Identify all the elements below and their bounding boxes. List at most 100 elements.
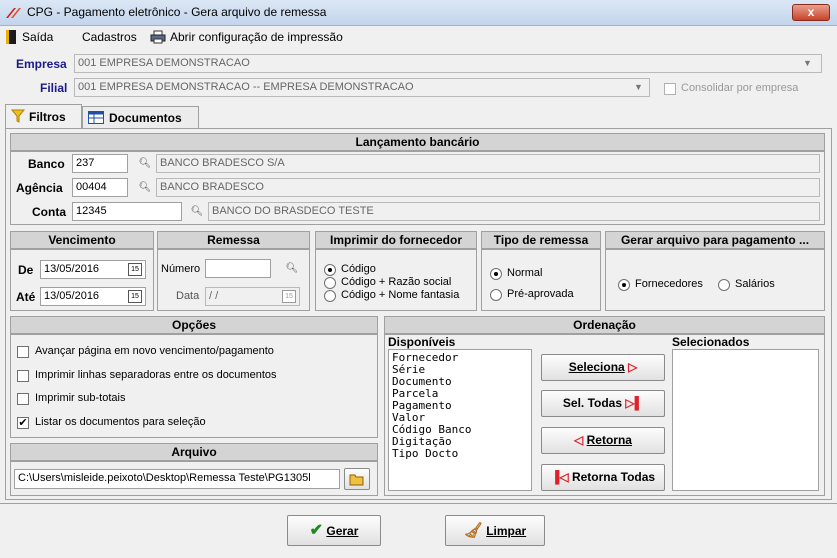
gerar-para-option-label: Fornecedores: [635, 278, 703, 290]
remessa-header: Remessa: [157, 231, 310, 249]
folder-icon: [349, 474, 364, 486]
selecionados-label: Selecionados: [672, 335, 750, 349]
search-icon[interactable]: 🔍︎: [136, 155, 154, 173]
printer-icon: [150, 30, 166, 44]
banco-code-input[interactable]: 237: [72, 154, 128, 173]
opcoes-header: Opções: [10, 316, 378, 334]
seleciona-button[interactable]: Seleciona ▷: [541, 354, 665, 381]
conta-label: Conta: [32, 205, 66, 219]
lancamento-header: Lançamento bancário: [10, 133, 825, 151]
search-icon[interactable]: 🔍︎: [188, 203, 206, 221]
gerar-button[interactable]: ✔ Gerar: [287, 515, 381, 546]
conta-code-input[interactable]: 12345: [72, 202, 182, 221]
tab-filtros-label: Filtros: [29, 110, 66, 124]
consolidar-label: Consolidar por empresa: [681, 82, 799, 94]
menu-registers[interactable]: Cadastros: [82, 30, 137, 44]
tipo-remessa-header: Tipo de remessa: [481, 231, 601, 249]
calendar-icon[interactable]: 15: [128, 263, 142, 276]
imprimir-header: Imprimir do fornecedor: [315, 231, 477, 249]
arrow-right-double-icon: ▷▌: [625, 396, 644, 410]
seleciona-label: Seleciona: [568, 360, 625, 374]
gerar-para-radio-1[interactable]: [718, 279, 730, 291]
numero-input[interactable]: [205, 259, 271, 278]
retorna-todas-label: Retorna Todas: [571, 470, 656, 484]
filter-icon: [11, 109, 25, 123]
opcao-label: Avançar página em novo vencimento/pagame…: [35, 345, 274, 357]
imprimir-radio-0[interactable]: [324, 264, 336, 276]
conta-name-field: BANCO DO BRASDECO TESTE: [208, 202, 820, 221]
tipo-remessa-radio-1[interactable]: [490, 289, 502, 301]
opcao-label: Listar os documentos para seleção: [35, 415, 206, 428]
table-icon: [88, 111, 104, 124]
chevron-down-icon[interactable]: ▼: [803, 58, 812, 68]
tipo-remessa-group: [481, 249, 601, 311]
filial-select[interactable]: 001 EMPRESA DEMONSTRACAO -- EMPRESA DEMO…: [74, 78, 650, 97]
imprimir-option-label: Código: [341, 263, 376, 275]
banco-name-field: BANCO BRADESCO S/A: [156, 154, 820, 173]
imprimir-radio-2[interactable]: [324, 290, 336, 302]
agencia-code-input[interactable]: 00404: [72, 178, 128, 197]
search-icon[interactable]: 🔍︎: [283, 260, 301, 278]
calendar-icon[interactable]: 15: [128, 290, 142, 303]
retorna-label: Retorna: [586, 433, 632, 447]
disponiveis-label: Disponíveis: [388, 335, 456, 349]
disponiveis-list[interactable]: Fornecedor Série Documento Parcela Pagamento…: [388, 349, 532, 491]
tab-documentos[interactable]: Documentos: [82, 106, 199, 128]
chevron-down-icon[interactable]: ▼: [634, 82, 643, 92]
filial-value: 001 EMPRESA DEMONSTRACAO -- EMPRESA DEMO…: [78, 81, 414, 93]
consolidar-checkbox[interactable]: [664, 83, 676, 95]
empresa-value: 001 EMPRESA DEMONSTRACAO: [78, 57, 250, 69]
selecionados-list[interactable]: [672, 349, 819, 491]
title-bar: CPG - Pagamento eletrônico - Gera arquiv…: [0, 0, 837, 26]
opcao-checkbox-2[interactable]: [17, 393, 29, 405]
list-item[interactable]: Tipo Docto: [392, 448, 528, 460]
agencia-label: Agência: [16, 181, 63, 195]
tipo-remessa-option-label: Normal: [507, 267, 543, 279]
arrow-left-double-icon: ▐◁: [550, 470, 569, 484]
close-button[interactable]: x: [792, 4, 830, 21]
numero-label: Número: [161, 263, 201, 275]
gerar-label: Gerar: [326, 524, 359, 538]
data-label: Data: [176, 290, 200, 302]
calendar-icon[interactable]: 15: [282, 290, 296, 303]
filial-label: Filial: [40, 81, 68, 95]
tab-documentos-label: Documentos: [109, 111, 182, 125]
imprimir-radio-1[interactable]: [324, 277, 336, 289]
exit-icon: [6, 30, 16, 44]
broom-icon: 🧹︎: [463, 522, 483, 539]
arquivo-header: Arquivo: [10, 443, 378, 461]
opcao-checkbox-1[interactable]: [17, 369, 29, 382]
banco-label: Banco: [28, 157, 65, 171]
arquivo-path-input[interactable]: C:\Users\misleide.peixoto\Desktop\Remess…: [14, 469, 340, 489]
arrow-left-icon: ◁: [574, 433, 584, 447]
opcao-label: Imprimir sub-totais: [35, 392, 126, 404]
menu-print-config[interactable]: Abrir configuração de impressão: [170, 30, 343, 44]
open-folder-button[interactable]: [344, 468, 370, 490]
empresa-label: Empresa: [16, 57, 67, 71]
sel-todas-button[interactable]: Sel. Todas ▷▌: [541, 390, 665, 417]
empresa-select[interactable]: 001 EMPRESA DEMONSTRACAO: [74, 54, 822, 73]
opcao-checkbox-3[interactable]: ✔: [17, 416, 29, 429]
retorna-todas-button[interactable]: ▐◁ Retorna Todas: [541, 464, 665, 491]
imprimir-option-label: Código + Razão social: [341, 276, 452, 288]
tab-filtros[interactable]: Filtros: [5, 104, 82, 128]
tipo-remessa-option-label: Pré-aprovada: [507, 288, 574, 300]
retorna-button[interactable]: ◁ Retorna: [541, 427, 665, 454]
gerar-para-header: Gerar arquivo para pagamento ...: [605, 231, 825, 249]
limpar-button[interactable]: 🧹︎ Limpar: [445, 515, 545, 546]
imprimir-option-label: Código + Nome fantasia: [341, 289, 460, 301]
menu-bar: Saída Cadastros Abrir configuração de im…: [0, 26, 837, 48]
app-logo-icon: [6, 8, 21, 18]
vencimento-header: Vencimento: [10, 231, 154, 249]
ate-label: Até: [16, 290, 36, 304]
agencia-name-field: BANCO BRADESCO: [156, 178, 820, 197]
gerar-para-option-label: Salários: [735, 278, 775, 290]
search-icon[interactable]: 🔍︎: [136, 179, 154, 197]
opcao-checkbox-0[interactable]: [17, 346, 29, 358]
tipo-remessa-radio-0[interactable]: [490, 268, 502, 280]
gerar-para-radio-0[interactable]: [618, 279, 630, 291]
limpar-label: Limpar: [486, 524, 527, 538]
arrow-right-icon: ▷: [628, 360, 638, 374]
de-label: De: [18, 263, 34, 277]
menu-exit[interactable]: Saída: [22, 30, 53, 44]
